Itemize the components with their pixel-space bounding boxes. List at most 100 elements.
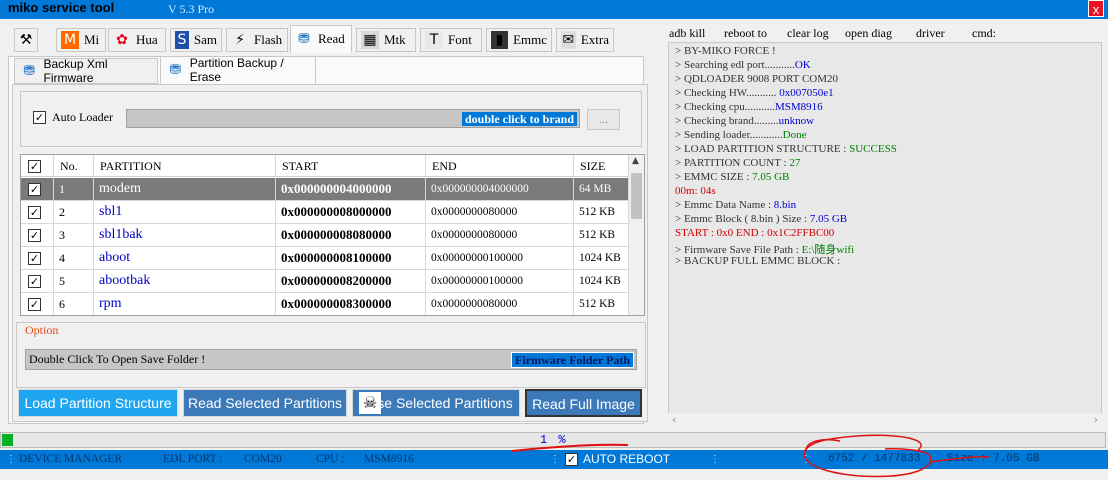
device-manager-link[interactable]: DEVICE MANAGER <box>19 450 122 469</box>
read-full-image-button[interactable]: Read Full Image <box>525 389 642 417</box>
tab-mi[interactable]: M Mi <box>56 28 106 52</box>
cell-name: sbl1 <box>94 201 276 223</box>
log-text: 0x007050e1 <box>779 87 834 99</box>
font-icon: T <box>425 31 443 49</box>
tab-read[interactable]: ⛃ Read <box>290 25 352 53</box>
close-button[interactable]: x <box>1088 0 1104 17</box>
log-line: > EMMC SIZE : 7.05 GB <box>675 171 789 183</box>
cpu-label: CPU : <box>316 453 345 465</box>
scroll-right-icon[interactable]: › <box>1094 413 1098 426</box>
log-line: > Checking cpu...........MSM8916 <box>675 101 823 113</box>
table-row[interactable]: ✓ 5 abootbak 0x000000008200000 0x00000000100… <box>21 270 630 293</box>
tab-flash[interactable]: ⚡ Flash <box>226 28 288 52</box>
row-checkbox[interactable]: ✓ <box>28 206 41 219</box>
log-line: 00m: 04s <box>675 185 716 197</box>
browse-button[interactable]: ... <box>587 109 620 130</box>
separator-icon: ⋮ <box>801 454 811 465</box>
database-icon: ⛃ <box>298 31 310 47</box>
table-row[interactable]: ✓ 3 sbl1bak 0x000000008080000 0x000000008000… <box>21 224 630 247</box>
row-select-cell[interactable]: ✓ <box>21 247 54 269</box>
database-icon: ⛃ <box>23 63 36 79</box>
select-all-checkbox[interactable]: ✓ <box>28 160 41 173</box>
log-text: > Checking cpu........... <box>675 101 775 113</box>
tab-extra[interactable]: ✉ Extra <box>556 28 614 52</box>
cell-size: 512 KB <box>574 224 630 246</box>
column-header-no[interactable]: No. <box>54 155 94 177</box>
row-select-cell[interactable]: ✓ <box>21 293 54 315</box>
read-selected-partitions-button[interactable]: Read Selected Partitions <box>183 389 347 417</box>
toolbar-adb-kill[interactable]: adb kill <box>669 26 705 40</box>
row-checkbox[interactable]: ✓ <box>28 298 41 311</box>
column-header-partition[interactable]: PARTITION <box>94 155 276 177</box>
erase-button-label: se Selected Partitions <box>377 395 513 411</box>
tab-label: Emmc <box>513 32 547 47</box>
tab-emmc[interactable]: ▮ Emmc <box>486 28 552 52</box>
tab-sam[interactable]: S Sam <box>170 28 222 52</box>
tab-mtk[interactable]: ▦ Mtk <box>356 28 416 52</box>
row-select-cell[interactable]: ✓ <box>21 270 54 292</box>
row-checkbox[interactable]: ✓ <box>28 252 41 265</box>
log-text: 7.05 GB <box>809 213 848 225</box>
log-text: > PARTITION COUNT : <box>675 157 790 169</box>
huawei-icon: ✿ <box>116 32 128 48</box>
separator-icon: ⋮ <box>710 454 720 465</box>
row-select-cell[interactable]: ✓ <box>21 224 54 246</box>
table-row[interactable]: ✓ 4 aboot 0x000000008100000 0x00000000100000… <box>21 247 630 270</box>
cell-end: 0x0000000080000 <box>426 293 574 315</box>
table-row[interactable]: ✓ 2 sbl1 0x000000008000000 0x0000000080000 51… <box>21 201 630 224</box>
tab-label: Read <box>318 31 345 46</box>
erase-selected-partitions-button[interactable]: ☠ se Selected Partitions <box>352 389 520 417</box>
log-text: > Checking brand......... <box>675 115 779 127</box>
edl-port-value: COM20 <box>244 453 282 465</box>
save-folder-field[interactable]: Double Click To Open Save Folder ! Firmw… <box>25 349 637 370</box>
select-all-header[interactable]: ✓ <box>21 155 54 177</box>
toolbar-driver[interactable]: driver <box>916 26 945 40</box>
log-text: 7.05 GB <box>752 171 790 183</box>
skull-icon: ☠ <box>359 392 381 414</box>
log-line: > Sending loader............Done <box>675 129 806 141</box>
auto-reboot-checkbox[interactable]: ✓ <box>565 453 578 466</box>
toolbar-cmd[interactable]: cmd: <box>972 26 996 40</box>
option-label: Option <box>25 323 59 337</box>
cell-name: aboot <box>94 247 276 269</box>
scroll-up-icon[interactable]: ▲ <box>632 156 639 166</box>
table-scrollbar[interactable]: ▲ <box>628 155 644 315</box>
toolbar-clear-log[interactable]: clear log <box>787 26 829 40</box>
separator-icon: ⋮ <box>550 454 560 465</box>
tab-tools[interactable]: ⚒ <box>14 28 38 52</box>
log-line: > Emmc Block ( 8.bin ) Size : 7.05 GB <box>675 213 847 225</box>
brand-field[interactable]: double click to brand <box>126 109 580 128</box>
cell-name: rpm <box>94 293 276 315</box>
scroll-thumb[interactable] <box>631 173 642 219</box>
log-horizontal-scrollbar[interactable]: ‹ › <box>668 413 1102 427</box>
tab-font[interactable]: T Font <box>420 28 482 52</box>
cell-end: 0x000000004000000 <box>426 178 574 200</box>
row-select-cell[interactable]: ✓ <box>21 178 54 200</box>
cell-name: abootbak <box>94 270 276 292</box>
cell-no: 6 <box>54 293 94 315</box>
auto-reboot-label[interactable]: AUTO REBOOT <box>583 450 670 469</box>
subtab-backup-xml-firmware[interactable]: ⛃ Backup Xml Firmware <box>14 57 158 85</box>
log-line: > BY-MIKO FORCE ! <box>675 45 776 57</box>
tab-hua[interactable]: ✿ Hua <box>108 28 166 52</box>
row-select-cell[interactable]: ✓ <box>21 201 54 223</box>
auto-loader-checkbox[interactable]: ✓ <box>33 111 46 124</box>
row-checkbox[interactable]: ✓ <box>28 183 41 196</box>
subtab-partition-backup-erase[interactable]: ⛃ Partition Backup / Erase <box>160 56 316 84</box>
toolbar-open-diag[interactable]: open diag <box>845 26 892 40</box>
load-partition-structure-button[interactable]: Load Partition Structure <box>18 389 178 417</box>
app-title: miko service tool <box>8 0 115 15</box>
status-bar: ⋮ DEVICE MANAGER EDL PORT : COM20 CPU : … <box>0 450 1108 469</box>
row-checkbox[interactable]: ✓ <box>28 229 41 242</box>
log-text: SUCCESS <box>849 143 897 155</box>
row-checkbox[interactable]: ✓ <box>28 275 41 288</box>
table-row[interactable]: ✓ 6 rpm 0x000000008300000 0x0000000080000 512… <box>21 293 630 315</box>
table-row[interactable]: ✓ 1 modem 0x000000004000000 0x00000000400000… <box>21 178 630 201</box>
subtab-label: Partition Backup / Erase <box>189 56 284 84</box>
toolbar-reboot-to[interactable]: reboot to <box>724 26 767 40</box>
column-header-start[interactable]: START <box>276 155 426 177</box>
tab-label: Sam <box>193 32 217 47</box>
scroll-left-icon[interactable]: ‹ <box>672 413 676 426</box>
column-header-end[interactable]: END <box>426 155 574 177</box>
column-header-size[interactable]: SIZE <box>574 155 630 177</box>
